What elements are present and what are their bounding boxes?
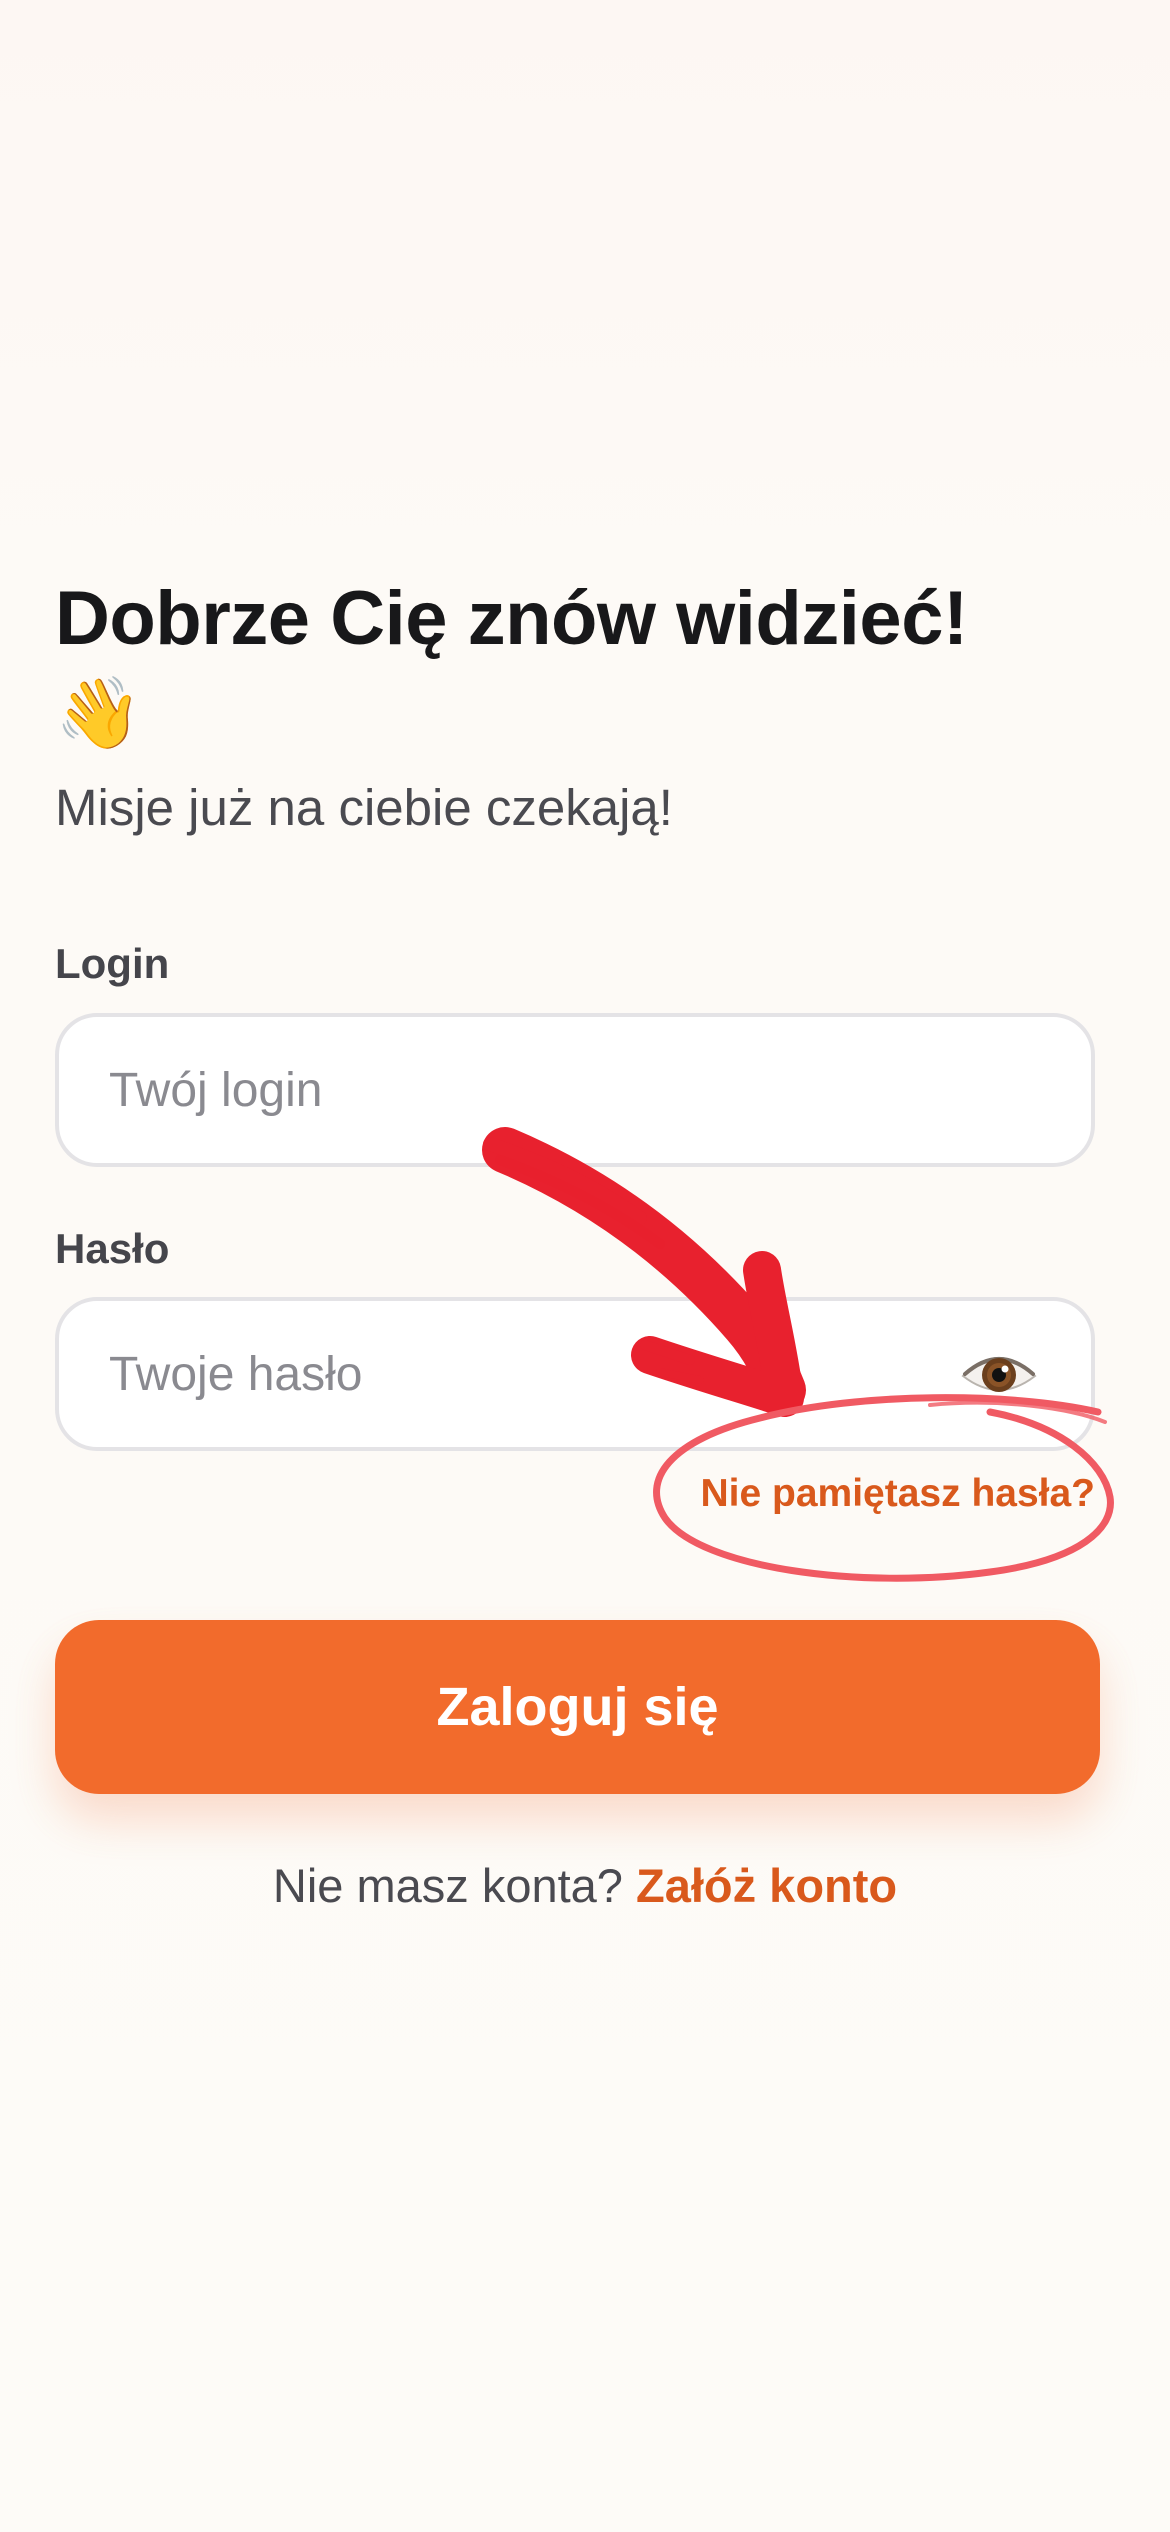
login-button[interactable]: Zaloguj się xyxy=(55,1620,1100,1794)
show-password-button[interactable] xyxy=(959,1346,1039,1402)
eye-icon xyxy=(961,1357,1037,1392)
password-field[interactable] xyxy=(55,1297,1095,1451)
signup-link[interactable]: Załóż konto xyxy=(636,1859,897,1912)
page-subtitle: Misje już na ciebie czekają! xyxy=(55,779,673,836)
waving-hand-icon: 👋 xyxy=(55,672,142,754)
signup-prompt: Nie masz konta? Załóż konto xyxy=(0,1855,1170,1917)
login-screen: Dobrze Cię znów widzieć! 👋 Misje już na … xyxy=(0,0,1170,2532)
password-label: Hasło xyxy=(55,1225,170,1272)
password-input[interactable] xyxy=(109,1301,969,1447)
no-account-text: Nie masz konta? xyxy=(272,1859,623,1912)
annotation-overlay xyxy=(482,1127,1114,1582)
login-field[interactable] xyxy=(55,1013,1095,1167)
login-input[interactable] xyxy=(109,1017,969,1163)
forgot-password-link[interactable]: Nie pamiętasz hasła? xyxy=(701,1468,1096,1520)
page-title: Dobrze Cię znów widzieć! 👋 xyxy=(55,568,1115,756)
login-label: Login xyxy=(55,940,170,987)
page-title-text: Dobrze Cię znów widzieć! xyxy=(55,576,968,661)
